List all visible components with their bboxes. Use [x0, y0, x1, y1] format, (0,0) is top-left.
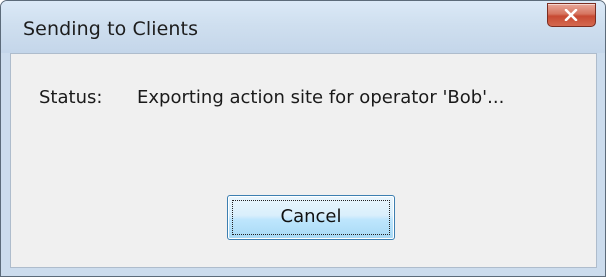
close-button[interactable]: [547, 3, 596, 27]
cancel-button-label: Cancel: [280, 206, 342, 227]
status-message: Exporting action site for operator 'Bob'…: [137, 87, 505, 108]
title-bar[interactable]: Sending to Clients: [1, 1, 605, 53]
cancel-button[interactable]: Cancel: [227, 195, 395, 240]
close-icon: [564, 9, 578, 21]
dialog-body: Status: Exporting action site for operat…: [10, 53, 597, 268]
window-title: Sending to Clients: [23, 18, 199, 40]
dialog-window: Sending to Clients Status: Exporting act…: [0, 0, 606, 277]
status-label: Status:: [39, 87, 103, 108]
